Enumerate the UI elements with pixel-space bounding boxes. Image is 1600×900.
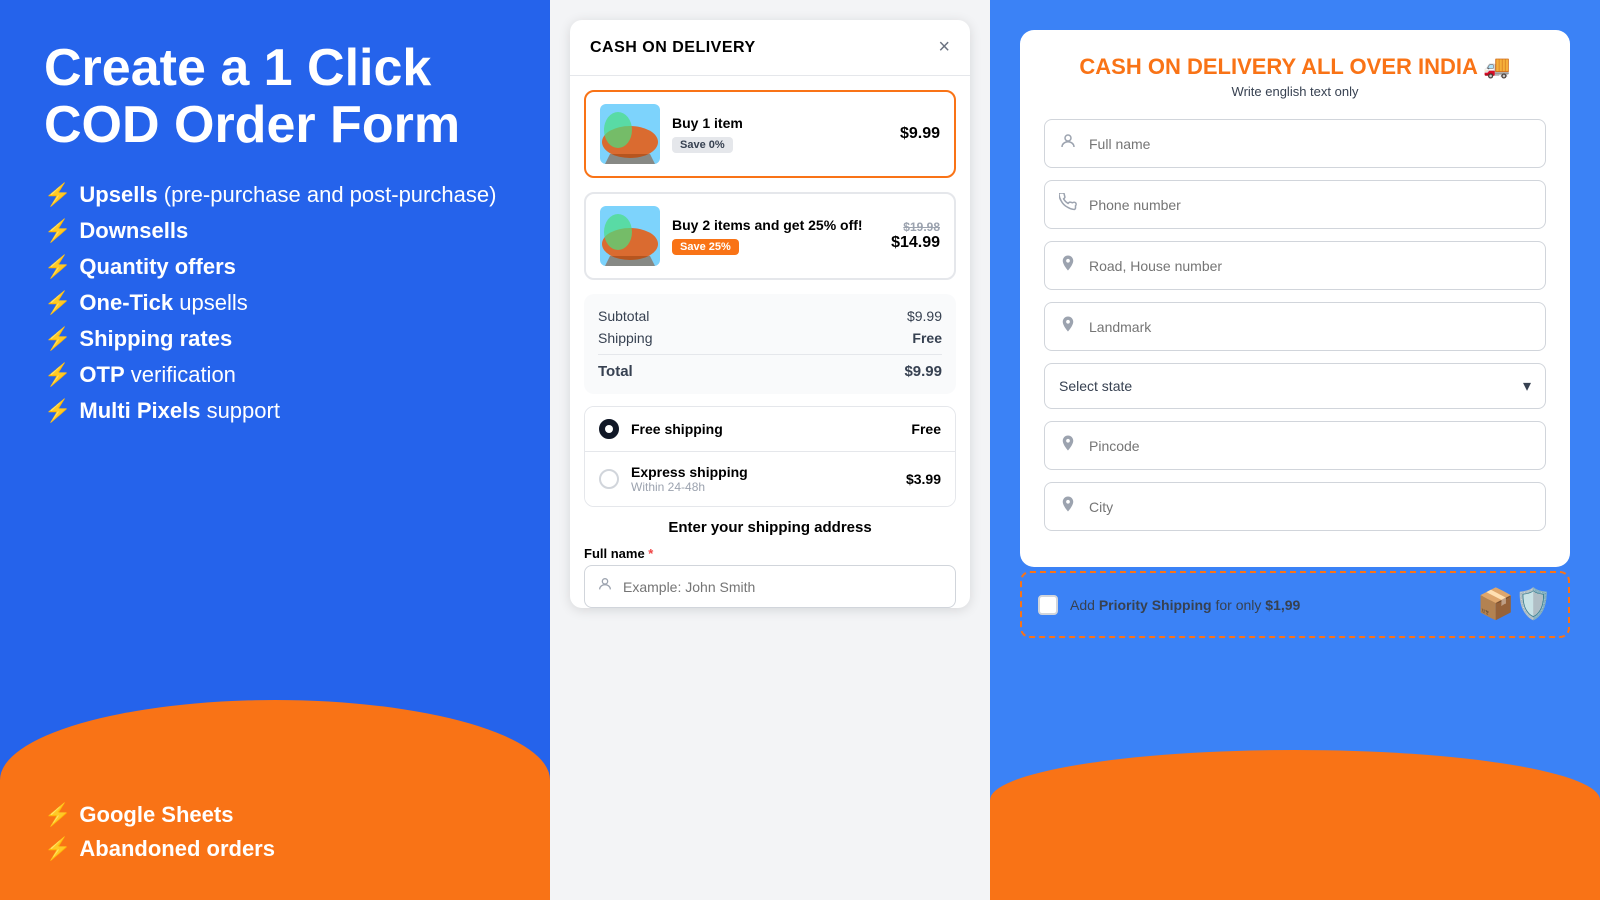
feature-downsells: ⚡ Downsells (44, 218, 506, 244)
person-icon (597, 576, 613, 597)
right-panel: CASH ON DELIVERY ALL OVER INDIA 🚚 Write … (990, 0, 1600, 900)
feature-abandoned: ⚡ Abandoned orders (44, 836, 506, 862)
bolt-icon: ⚡ (44, 802, 71, 828)
location-icon (1059, 495, 1077, 518)
product-image-1 (600, 104, 660, 164)
close-button[interactable]: × (938, 36, 950, 59)
modal-title: CASH ON DELIVERY (590, 39, 756, 57)
product-title-2: Buy 2 items and get 25% off! (672, 217, 879, 233)
old-price-2: $19.98 (891, 220, 940, 234)
bolt-icon: ⚡ (44, 290, 71, 316)
cod-card-title: CASH ON DELIVERY ALL OVER INDIA 🚚 (1044, 54, 1546, 80)
city-input[interactable] (1089, 499, 1531, 515)
modal-header: CASH ON DELIVERY × (570, 20, 970, 76)
feature-upsells: ⚡ Upsells (pre-purchase and post-purchas… (44, 182, 506, 208)
cod-phone-field (1044, 180, 1546, 229)
summary-shipping: Shipping Free (598, 330, 942, 346)
feature-onetick: ⚡ One-Tick upsells (44, 290, 506, 316)
product-title-1: Buy 1 item (672, 115, 888, 131)
phone-input[interactable] (1089, 197, 1531, 213)
priority-text: Add Priority Shipping for only $1,99 (1070, 597, 1465, 613)
cod-modal: CASH ON DELIVERY × Buy 1 item Save 0% $9… (570, 20, 970, 608)
save-badge-2: Save 25% (672, 239, 739, 255)
bolt-icon: ⚡ (44, 182, 71, 208)
save-badge-1: Save 0% (672, 137, 733, 153)
priority-checkbox[interactable] (1038, 595, 1058, 615)
product-option-1[interactable]: Buy 1 item Save 0% $9.99 (584, 90, 956, 178)
box-icon: 📦🛡️ (1477, 587, 1552, 622)
landmark-input[interactable] (1089, 319, 1531, 335)
left-panel: Create a 1 Click COD Order Form ⚡ Upsell… (0, 0, 550, 900)
bolt-icon: ⚡ (44, 218, 71, 244)
fullname-input[interactable] (623, 579, 943, 595)
state-select-label: Select state (1059, 378, 1132, 394)
fullname-right-input[interactable] (1089, 136, 1531, 152)
chevron-down-icon: ▾ (1523, 376, 1531, 396)
road-input[interactable] (1089, 258, 1531, 274)
state-select[interactable]: Select state ▾ (1044, 363, 1546, 409)
location-icon (1059, 254, 1077, 277)
shipping-price-free: Free (911, 421, 941, 437)
cod-city-field (1044, 482, 1546, 531)
bolt-icon: ⚡ (44, 254, 71, 280)
product-info-1: Buy 1 item Save 0% (672, 115, 888, 153)
cod-pincode-field (1044, 421, 1546, 470)
shipping-price-express: $3.99 (906, 471, 941, 487)
product-option-2[interactable]: Buy 2 items and get 25% off! Save 25% $1… (584, 192, 956, 280)
orange-features: ⚡ Google Sheets ⚡ Abandoned orders (0, 786, 550, 900)
fullname-input-wrap (584, 565, 956, 608)
person-icon (1059, 132, 1077, 155)
feature-otp: ⚡ OTP verification (44, 362, 506, 388)
location-icon (1059, 315, 1077, 338)
main-title: Create a 1 Click COD Order Form (44, 40, 506, 154)
address-section: Enter your shipping address Full name * (584, 519, 956, 608)
cod-card: CASH ON DELIVERY ALL OVER INDIA 🚚 Write … (1020, 30, 1570, 567)
cod-card-subtitle: Write english text only (1044, 84, 1546, 99)
bolt-icon: ⚡ (44, 836, 71, 862)
bolt-icon: ⚡ (44, 398, 71, 424)
radio-express[interactable] (599, 469, 619, 489)
feature-quantity: ⚡ Quantity offers (44, 254, 506, 280)
cod-road-field (1044, 241, 1546, 290)
summary-subtotal: Subtotal $9.99 (598, 308, 942, 324)
pincode-input[interactable] (1089, 438, 1531, 454)
shipping-section: Free shipping Free Express shipping With… (584, 406, 956, 507)
product-price-2: $19.98 $14.99 (891, 220, 940, 252)
summary-section: Subtotal $9.99 Shipping Free Total $9.99 (584, 294, 956, 394)
product-price-1: $9.99 (900, 125, 940, 143)
feature-list: ⚡ Upsells (pre-purchase and post-purchas… (44, 182, 506, 424)
address-title: Enter your shipping address (584, 519, 956, 536)
location-icon (1059, 434, 1077, 457)
shipping-free[interactable]: Free shipping Free (585, 407, 955, 452)
radio-free[interactable] (599, 419, 619, 439)
summary-total: Total $9.99 (598, 354, 942, 380)
bolt-icon: ⚡ (44, 326, 71, 352)
shipping-express[interactable]: Express shipping Within 24-48h $3.99 (585, 452, 955, 506)
shipping-info-express: Express shipping Within 24-48h (631, 464, 894, 494)
phone-icon (1059, 193, 1077, 216)
middle-panel: CASH ON DELIVERY × Buy 1 item Save 0% $9… (550, 0, 990, 900)
feature-sheets: ⚡ Google Sheets (44, 802, 506, 828)
fullname-label: Full name * (584, 546, 956, 561)
bolt-icon: ⚡ (44, 362, 71, 388)
product-info-2: Buy 2 items and get 25% off! Save 25% (672, 217, 879, 255)
feature-shipping: ⚡ Shipping rates (44, 326, 506, 352)
shipping-info-free: Free shipping (631, 421, 899, 437)
product-image-2 (600, 206, 660, 266)
feature-pixels: ⚡ Multi Pixels support (44, 398, 506, 424)
cod-landmark-field (1044, 302, 1546, 351)
cod-fullname-field (1044, 119, 1546, 168)
priority-shipping-box: Add Priority Shipping for only $1,99 📦🛡️ (1020, 571, 1570, 638)
radio-dot (605, 425, 613, 433)
